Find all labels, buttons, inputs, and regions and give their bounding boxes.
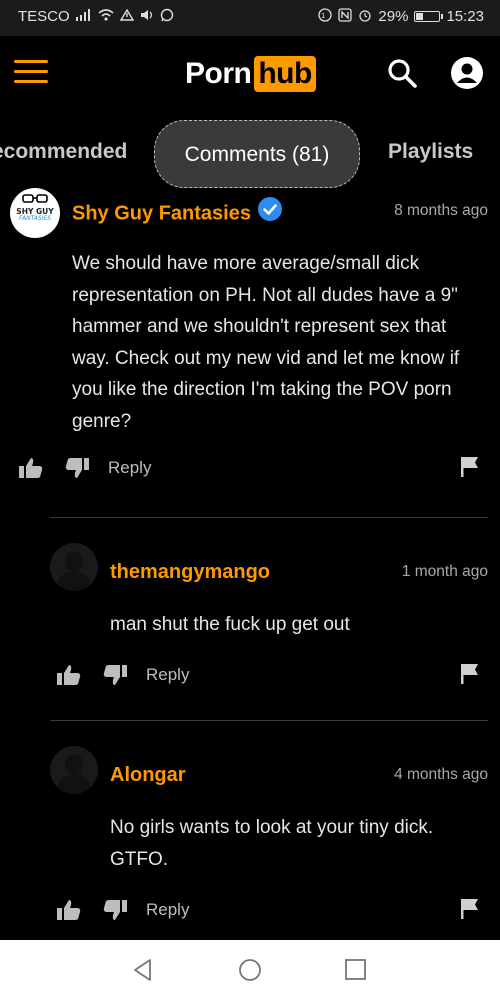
battery-percent: 29% xyxy=(378,8,409,25)
logo-text-left: Porn xyxy=(185,57,252,90)
thumbs-up-icon[interactable] xyxy=(56,663,82,692)
reply-button[interactable]: Reply xyxy=(146,665,189,685)
thumbs-down-icon[interactable] xyxy=(64,456,90,485)
carrier-label: TESCO xyxy=(18,8,70,25)
verified-icon xyxy=(257,197,283,228)
avatar[interactable]: SHY GUY FANTASIES xyxy=(10,188,60,238)
system-nav-bar xyxy=(0,940,500,1000)
alarm-icon xyxy=(358,8,372,25)
nfc-icon xyxy=(338,8,353,25)
comment-username[interactable]: themangymango xyxy=(110,561,270,584)
app-header: Porn hub xyxy=(0,36,500,112)
battery-icon xyxy=(414,11,444,22)
menu-icon[interactable] xyxy=(14,58,48,86)
thumbs-down-icon[interactable] xyxy=(102,663,128,692)
divider xyxy=(50,720,488,721)
username-text: Shy Guy Fantasies xyxy=(72,202,251,225)
reply-button[interactable]: Reply xyxy=(108,458,151,478)
comment-timestamp: 1 month ago xyxy=(401,563,488,580)
thumbs-up-icon[interactable] xyxy=(18,456,44,485)
tab-playlists[interactable]: Playlists xyxy=(388,140,473,164)
clock: 15:23 xyxy=(446,8,484,25)
avatar[interactable] xyxy=(50,543,98,591)
logo-text-right: hub xyxy=(254,56,316,92)
account-icon[interactable] xyxy=(450,56,484,90)
comment-actions: Reply xyxy=(56,898,488,928)
warning-icon xyxy=(119,8,134,24)
flag-icon[interactable] xyxy=(460,456,480,483)
comment-username[interactable]: Shy Guy Fantasies xyxy=(72,197,283,228)
comment-text: man shut the fuck up get out xyxy=(110,614,350,635)
recents-icon[interactable] xyxy=(344,958,368,987)
thumbs-up-icon[interactable] xyxy=(56,898,82,927)
thumbs-down-icon[interactable] xyxy=(102,898,128,927)
comment-timestamp: 4 months ago xyxy=(394,766,488,783)
svg-text:1: 1 xyxy=(321,12,325,20)
flag-icon[interactable] xyxy=(460,898,480,925)
back-icon[interactable] xyxy=(132,958,154,987)
tab-bar: ecommended Comments (81) Playlists xyxy=(0,112,500,196)
wifi-icon xyxy=(98,9,114,24)
whatsapp-icon xyxy=(160,8,174,25)
comment-actions: Reply xyxy=(56,663,488,693)
search-icon[interactable] xyxy=(385,56,419,90)
comment-text: No girls wants to look at your tiny dick… xyxy=(110,817,434,870)
status-bar: TESCO 1 29% 15:23 xyxy=(0,0,500,36)
flag-icon[interactable] xyxy=(460,663,480,690)
signal-icon xyxy=(75,9,92,24)
reply-button[interactable]: Reply xyxy=(146,900,189,920)
comment-text: We should have more average/small dick r… xyxy=(72,253,460,432)
volume-icon xyxy=(140,9,154,24)
tab-comments[interactable]: Comments (81) xyxy=(154,120,360,188)
home-icon[interactable] xyxy=(238,958,262,987)
data-saver-icon: 1 xyxy=(318,8,333,25)
comment-timestamp: 8 months ago xyxy=(394,202,488,219)
tab-recommended[interactable]: ecommended xyxy=(0,140,127,164)
comment-username[interactable]: Alongar xyxy=(110,764,186,787)
avatar-brand-bottom: FANTASIES xyxy=(18,215,52,222)
site-logo[interactable]: Porn hub xyxy=(185,56,316,92)
comment-actions: Reply xyxy=(18,456,488,486)
avatar[interactable] xyxy=(50,746,98,794)
divider xyxy=(50,517,488,518)
